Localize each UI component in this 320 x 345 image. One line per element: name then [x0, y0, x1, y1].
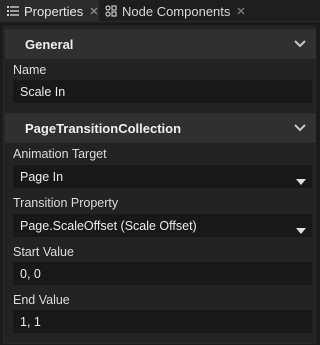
transition-property-label: Transition Property	[13, 196, 119, 210]
name-value: Scale In	[20, 84, 66, 99]
animation-target-label: Animation Target	[13, 147, 107, 161]
components-icon	[105, 5, 117, 17]
chevron-down-icon[interactable]	[293, 122, 307, 134]
section-transition-header[interactable]: PageTransitionCollection	[5, 113, 316, 143]
transition-property-dropdown[interactable]: Page.ScaleOffset (Scale Offset)	[13, 214, 312, 237]
start-value-field[interactable]: 0, 0	[13, 262, 312, 285]
section-general-header[interactable]: General	[5, 29, 316, 59]
end-value-label: End Value	[13, 293, 70, 307]
animation-target-value: Page In	[20, 169, 64, 184]
dropdown-arrow-icon	[296, 223, 306, 234]
tab-node-components-label: Node Components	[122, 3, 231, 19]
dropdown-arrow-icon	[296, 174, 306, 185]
start-value-label: Start Value	[13, 245, 74, 259]
close-icon[interactable]	[236, 6, 246, 16]
chevron-down-icon[interactable]	[293, 38, 307, 50]
name-field[interactable]: Scale In	[13, 80, 312, 103]
list-icon	[7, 5, 19, 17]
tab-properties-label: Properties	[24, 3, 84, 19]
transition-property-value: Page.ScaleOffset (Scale Offset)	[20, 218, 197, 233]
end-value-value: 1, 1	[20, 314, 41, 329]
tab-properties[interactable]: Properties	[0, 0, 99, 22]
end-value-field[interactable]: 1, 1	[13, 310, 312, 333]
section-general-title: General	[25, 36, 74, 52]
tab-bar: Properties Node Components	[0, 0, 320, 22]
animation-target-dropdown[interactable]: Page In	[13, 165, 312, 188]
start-value-value: 0, 0	[20, 266, 41, 281]
section-transition-title: PageTransitionCollection	[25, 120, 182, 136]
close-icon[interactable]	[89, 6, 99, 16]
properties-panel: General Name Scale In PageTransitionColl…	[3, 26, 316, 344]
name-label: Name	[13, 63, 47, 77]
tab-node-components[interactable]: Node Components	[99, 0, 246, 22]
